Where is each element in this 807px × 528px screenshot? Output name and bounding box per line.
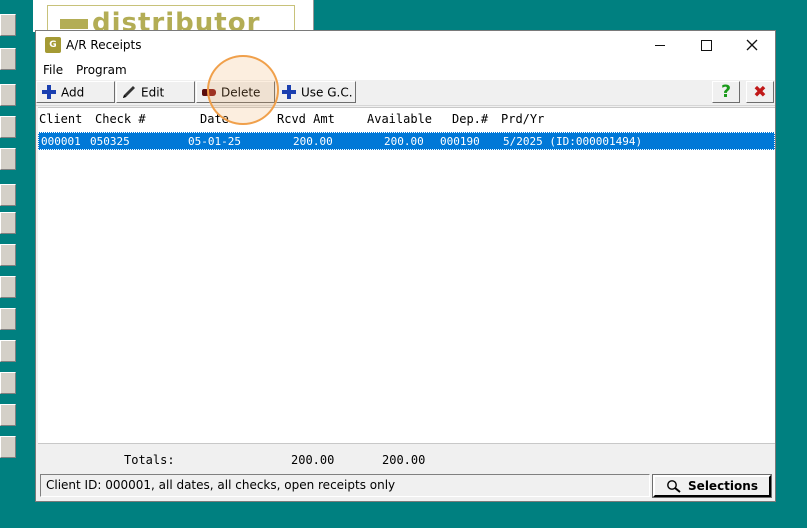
background-block <box>0 148 16 170</box>
help-icon: ? <box>721 82 731 102</box>
close-icon <box>746 39 758 51</box>
cell-client: 000001 <box>41 135 81 148</box>
cell-available: 200.00 <box>384 135 424 148</box>
cell-check: 050325 <box>90 135 130 148</box>
title-bar: G A/R Receipts <box>36 31 775 60</box>
totals-rcvd-amt: 200.00 <box>291 453 335 467</box>
background-block <box>0 308 16 330</box>
cell-rcvd-amt: 200.00 <box>293 135 333 148</box>
exit-button[interactable]: ✖ <box>746 81 774 103</box>
background-block <box>0 116 16 138</box>
background-block <box>0 212 16 234</box>
totals-bar: Totals: 200.00 200.00 <box>38 443 775 472</box>
column-header-dep[interactable]: Dep.# <box>452 112 488 126</box>
background-block <box>0 404 16 426</box>
help-button[interactable]: ? <box>712 81 740 103</box>
column-header-prd-yr[interactable]: Prd/Yr <box>501 112 544 126</box>
cell-date: 05-01-25 <box>188 135 241 148</box>
background-block <box>0 276 16 298</box>
add-button[interactable]: Add <box>36 81 115 103</box>
toolbar: Add Edit Delete Use G.C. ? ✖ <box>36 80 775 106</box>
cell-prd-yr: 5/2025 (ID:000001494) <box>503 135 643 148</box>
column-header-rcvd-amt[interactable]: Rcvd Amt <box>277 112 335 126</box>
close-red-icon: ✖ <box>753 82 767 101</box>
selections-button[interactable]: Selections <box>652 474 772 498</box>
table-row[interactable]: 000001 050325 05-01-25 200.00 200.00 000… <box>38 132 775 150</box>
menu-bar: File Program <box>36 60 775 80</box>
close-window-button[interactable] <box>729 31 775 60</box>
click-highlight-indicator <box>207 55 279 125</box>
pencil-icon <box>123 85 135 98</box>
background-window-strip <box>0 0 18 528</box>
background-block <box>0 244 16 266</box>
magnifier-icon <box>667 479 681 493</box>
background-block <box>0 14 16 36</box>
background-block <box>0 184 16 206</box>
status-bar: Client ID: 000001, all dates, all checks… <box>40 474 650 497</box>
menu-program[interactable]: Program <box>76 63 127 77</box>
edit-button[interactable]: Edit <box>116 81 195 103</box>
cell-dep: 000190 <box>440 135 480 148</box>
background-block <box>0 84 16 106</box>
minimize-button[interactable] <box>637 31 683 60</box>
ar-receipts-window: G A/R Receipts File Program Add Edit Del… <box>35 30 776 502</box>
column-header-check[interactable]: Check # <box>95 112 146 126</box>
totals-available: 200.00 <box>382 453 426 467</box>
receipts-table[interactable]: Client Check # Date Rcvd Amt Available D… <box>38 107 775 443</box>
background-logo: distributor <box>47 5 295 33</box>
minimize-icon <box>655 44 665 46</box>
plus-icon <box>42 84 56 99</box>
column-header-available[interactable]: Available <box>367 112 432 126</box>
background-block <box>0 340 16 362</box>
totals-label: Totals: <box>124 453 175 467</box>
plus-icon <box>282 84 296 99</box>
column-header-client[interactable]: Client <box>39 112 82 126</box>
background-window: distributor <box>33 0 314 33</box>
background-block <box>0 436 16 458</box>
background-block <box>0 372 16 394</box>
background-block <box>0 48 16 70</box>
app-icon: G <box>45 37 61 53</box>
maximize-button[interactable] <box>683 31 729 60</box>
use-gc-button[interactable]: Use G.C. <box>276 81 356 103</box>
window-title: A/R Receipts <box>66 38 142 52</box>
menu-file[interactable]: File <box>43 63 63 77</box>
maximize-icon <box>700 39 712 51</box>
